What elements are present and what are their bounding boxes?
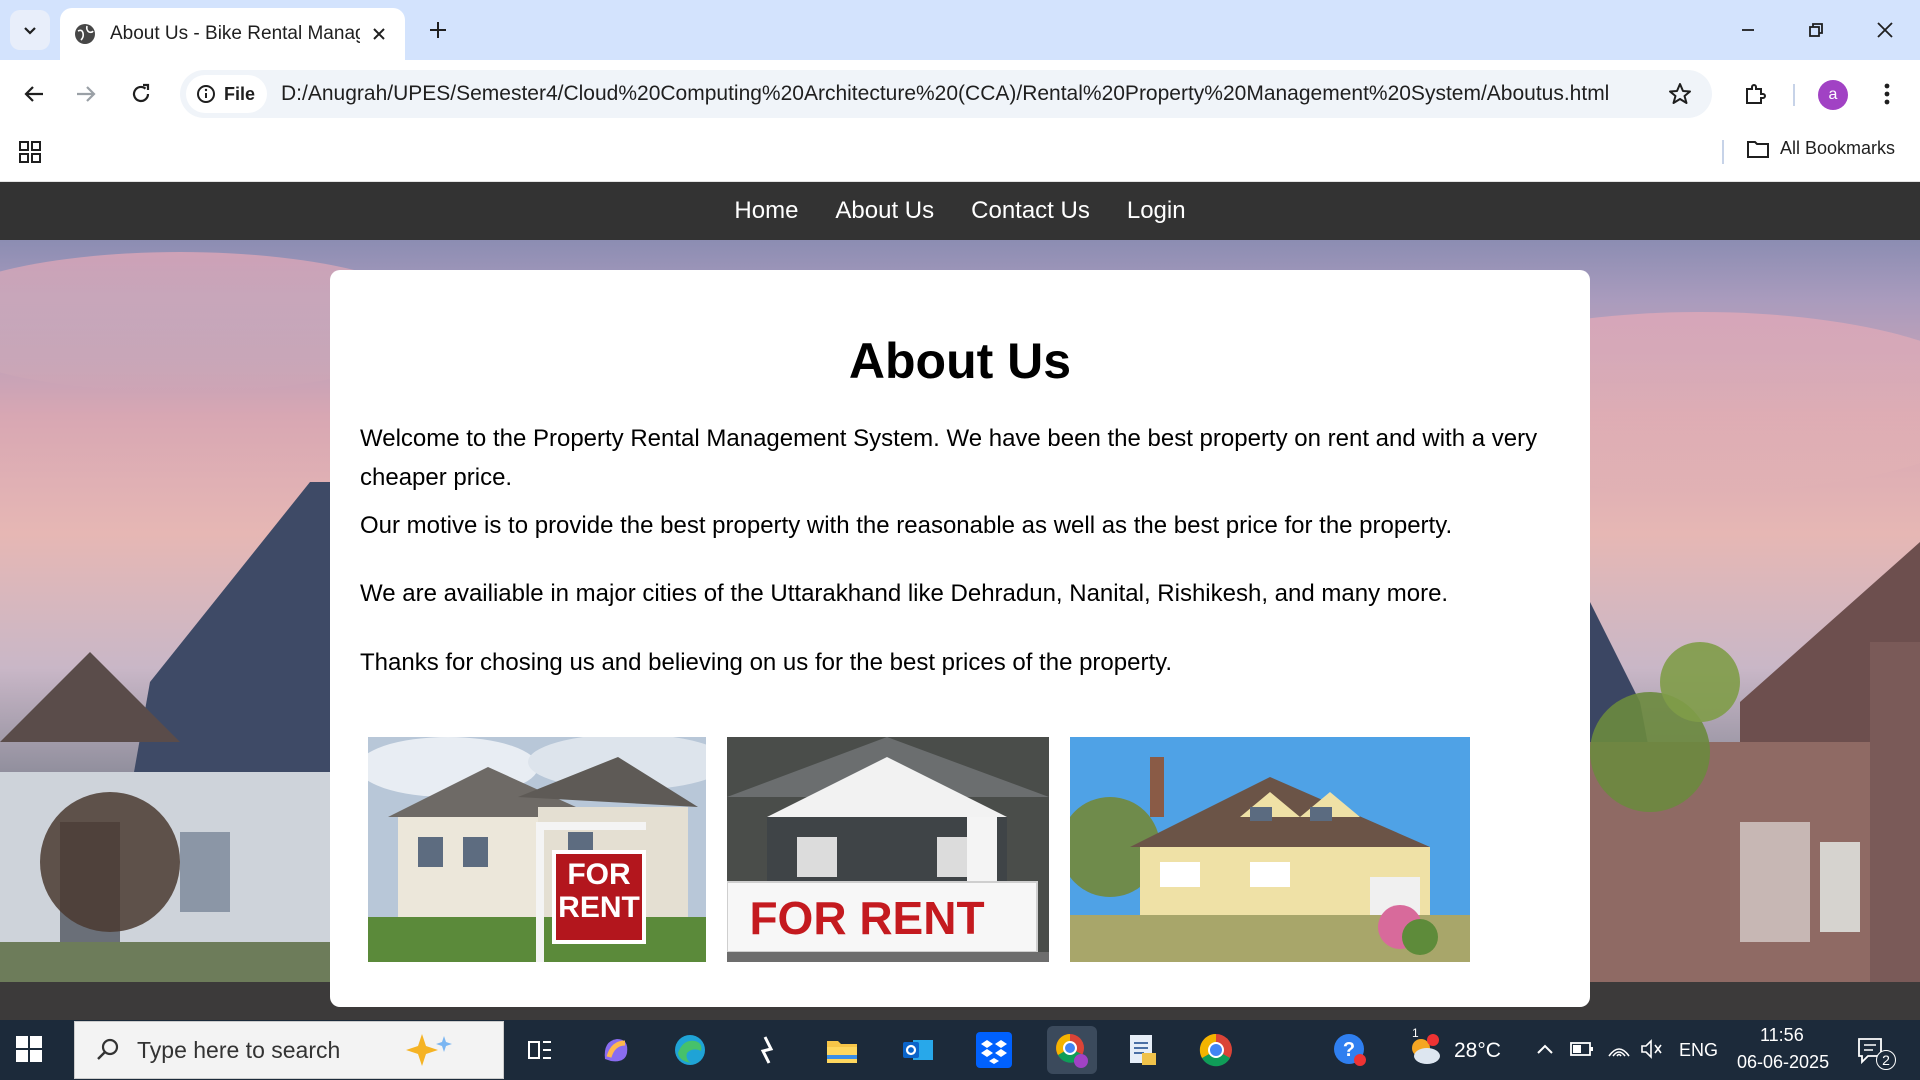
profile-avatar[interactable]: a [1818,80,1848,110]
notification-count-badge: 2 [1876,1050,1896,1070]
browser-menu-button[interactable] [1872,74,1902,114]
app-icon[interactable] [746,1030,786,1070]
for-sign-text: FOR [567,858,631,891]
help-icon[interactable]: ? [1330,1030,1370,1070]
restore-icon [1809,23,1823,37]
forward-button[interactable] [66,74,106,114]
battery-icon[interactable] [1570,1040,1594,1058]
for-rent-sign-text: FOR RENT [749,892,984,944]
file-explorer-icon[interactable] [822,1030,862,1070]
chevron-down-icon [24,27,36,35]
nav-login-link[interactable]: Login [1127,197,1186,225]
task-view-icon[interactable] [520,1030,560,1070]
extensions-button[interactable] [1735,74,1775,114]
rent-sign-text: RENT [558,891,640,924]
about-paragraph-1: Welcome to the Property Rental Managemen… [360,425,1538,491]
page-title: About Us [848,333,1072,389]
all-bookmarks-label: All Bookmarks [1780,138,1896,158]
nav-home-link[interactable]: Home [734,197,798,225]
nav-about-link[interactable]: About Us [835,197,934,225]
arrow-right-icon [77,86,96,102]
edge-browser-icon[interactable] [670,1030,710,1070]
bookmarks-divider [1722,140,1724,164]
tab-search-button[interactable] [10,10,50,50]
language-indicator[interactable]: ENG [1679,1040,1718,1061]
notepad-app-icon[interactable] [1122,1030,1162,1070]
kebab-menu-icon [1884,83,1890,105]
reload-button[interactable] [121,74,161,114]
svg-text:?: ? [1343,1039,1355,1061]
toolbar-divider [1793,84,1795,106]
tab-close-icon[interactable] [367,22,391,46]
taskbar-search-box[interactable]: Type here to search [74,1021,504,1079]
all-bookmarks-button[interactable]: All Bookmarks [1746,138,1895,159]
property-photo-2: FOR RENT [727,737,1049,962]
info-icon [197,85,215,103]
chevron-up-icon[interactable] [1536,1042,1554,1056]
browser-toolbar: File D:/Anugrah/UPES/Semester4/Cloud%20C… [0,60,1920,128]
about-paragraph-4: Thanks for chosing us and believing on u… [360,649,1173,676]
weather-badge-count: 1 [1412,1026,1419,1040]
minimize-icon [1742,29,1754,31]
about-paragraph-3: We are availiable in major cities of the… [360,580,1449,607]
arrow-left-icon [24,86,43,102]
weather-icon[interactable] [1405,1030,1445,1070]
reload-icon [132,83,150,103]
close-icon [1877,22,1893,38]
bookmark-star-icon[interactable] [1668,82,1692,106]
minimize-button[interactable] [1724,10,1772,50]
property-photo-1: FOR RENT [368,737,706,962]
windows-start-icon[interactable] [14,1034,44,1064]
nav-contact-link[interactable]: Contact Us [971,197,1090,225]
url-text[interactable]: D:/Anugrah/UPES/Semester4/Cloud%20Comput… [281,82,1609,106]
windows-taskbar: Type here to search ? 1 28°C ENG 11:56 0… [0,1020,1920,1080]
globe-icon [75,24,95,44]
bookmarks-bar: All Bookmarks [0,128,1920,182]
clock-time[interactable]: 11:56 [1760,1025,1804,1046]
property-photo-3 [1070,737,1470,962]
web-page: Home About Us Contact Us Login About Us … [0,182,1920,1020]
close-window-button[interactable] [1861,10,1909,50]
plus-icon [430,22,446,38]
new-tab-button[interactable] [422,14,454,46]
about-card: About Us Welcome to the Property Rental … [330,270,1590,1007]
address-bar[interactable]: File D:/Anugrah/UPES/Semester4/Cloud%20C… [180,70,1712,118]
clock-date[interactable]: 06-06-2025 [1737,1052,1829,1073]
dropbox-icon[interactable] [974,1030,1014,1070]
site-navbar: Home About Us Contact Us Login [0,182,1920,240]
copilot-sparkle-icon [406,1034,453,1066]
tab-title: About Us - Bike Rental Manage [110,23,360,44]
wifi-icon[interactable] [1607,1038,1631,1060]
search-icon [97,1038,119,1060]
browser-tab[interactable]: About Us - Bike Rental Manage [60,8,405,60]
browser-tabbar: About Us - Bike Rental Manage [0,0,1920,60]
folder-icon [1747,140,1769,158]
chrome-icon[interactable] [1196,1030,1236,1070]
site-info-chip[interactable]: File [186,75,268,113]
restore-button[interactable] [1792,10,1840,50]
chip-label: File [224,83,256,104]
about-paragraph-2: Our motive is to provide the best proper… [360,512,1453,539]
outlook-icon[interactable] [898,1030,938,1070]
copilot-app-icon[interactable] [596,1030,636,1070]
chrome-profile-taskbar-icon[interactable] [1047,1026,1097,1074]
puzzle-icon [1746,84,1766,104]
search-placeholder: Type here to search [137,1036,341,1063]
apps-grid-icon[interactable] [18,140,42,164]
back-button[interactable] [14,74,54,114]
weather-temperature: 28°C [1454,1039,1501,1062]
speaker-muted-icon[interactable] [1640,1038,1664,1060]
